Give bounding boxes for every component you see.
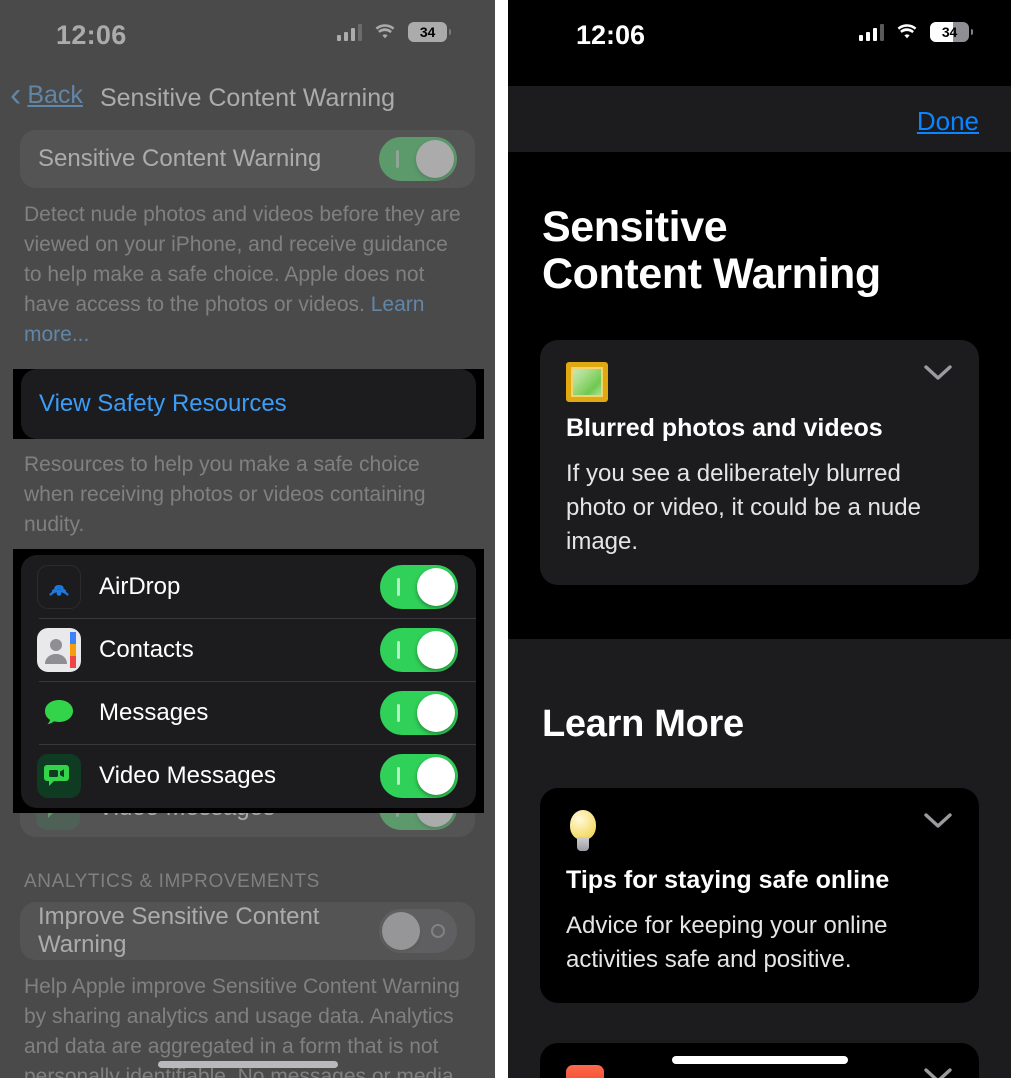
sensitive-content-warning-label: Sensitive Content Warning [38,145,322,172]
cellular-bars-icon [336,23,362,41]
card-blurred-photos-and-videos[interactable]: Blurred photos and videos If you see a d… [540,340,979,585]
status-bar-indicators: 34 [858,22,973,42]
highlight-label-video-messages: Video Messages [99,761,276,789]
battery-percent: 34 [419,24,436,40]
chevron-down-icon[interactable] [923,812,953,830]
card-title: Tips for staying safe online [566,866,890,894]
highlight-toggle-video-messages[interactable] [380,753,458,798]
highlight-view-safety-resources-label[interactable]: View Safety Resources [39,390,287,418]
done-button[interactable]: Done [917,106,979,137]
battery-percent: 34 [941,24,958,40]
wifi-icon [895,23,919,41]
toggle-knob [417,756,455,795]
toggle-tick-icon [397,577,400,596]
improve-scw-row[interactable]: Improve Sensitive Content Warning [20,902,475,960]
home-indicator [671,1056,848,1064]
page-title: Sensitive Content Warning [99,84,396,112]
chevron-down-icon[interactable] [923,1067,953,1078]
highlight-toggle-contacts[interactable] [380,627,458,672]
highlight-row-contacts[interactable]: Contacts [21,618,476,681]
highlight-row-airdrop[interactable]: AirDrop [21,555,476,618]
video-messages-icon [37,753,81,798]
highlight-row-messages[interactable]: Messages [21,681,476,744]
red-app-icon [566,1065,953,1078]
hero-title: Sensitive Content Warning [542,204,977,298]
battery-icon: 34 [408,22,451,42]
highlight-row-video-messages[interactable]: Video Messages [21,744,476,807]
toggle-tick-icon [397,703,400,722]
analytics-group: Improve Sensitive Content Warning [20,902,475,960]
card-title: Blurred photos and videos [566,414,883,442]
toggle-knob [417,630,455,669]
sensitive-content-warning-row[interactable]: Sensitive Content Warning [20,130,475,188]
status-bar: 12:06 34 [0,0,495,66]
light-bulb-icon [566,810,953,854]
main-footnote: Detect nude photos and videos before the… [24,200,471,350]
improve-scw-label: Improve Sensitive Content Warning [38,903,320,958]
settings-content: 12:06 34 ‹ Back Sensitive Content Warnin… [0,0,495,1078]
left-phone-settings-screen: 12:06 34 ‹ Back Sensitive Content Warnin… [0,0,495,1078]
sheet-content[interactable]: Done Sensitive Content Warning Blurred ph… [508,58,1011,1078]
modal-sheet: Done Sensitive Content Warning Blurred ph… [508,58,1011,1078]
messages-icon [37,690,81,735]
status-bar-indicators: 34 [336,22,451,42]
improve-scw-toggle[interactable] [379,909,457,953]
main-toggle-group: Sensitive Content Warning [20,130,475,188]
toggle-tick-icon [396,150,399,168]
sensitive-content-warning-toggle[interactable] [379,137,457,181]
sheet-toolbar: Done [508,58,1011,164]
analytics-header: ANALYTICS & IMPROVEMENTS [24,871,320,892]
toggle-tick-icon [397,766,400,785]
hero-title-line1: Sensitive [542,203,728,251]
status-bar-time: 12:06 [56,20,127,50]
airdrop-icon [37,564,81,609]
hero-title-line2: Content Warning [542,250,881,298]
highlight-app-service-access: AirDrop Contacts Messages Video Messages [13,549,484,813]
contacts-icon [37,627,81,672]
right-phone-modal-sheet: 12:06 34 Done Sensitive Content Warning … [508,0,1011,1078]
navigation-bar: ‹ Back Sensitive Content Warning [0,66,495,130]
sheet-hero-section: Sensitive Content Warning Blurred photos … [508,164,1011,639]
learn-more-section: Learn More Tips for staying safe online … [508,639,1011,1078]
toggle-knob [417,693,455,732]
wifi-icon [373,23,397,41]
highlight-label-airdrop: AirDrop [99,572,181,600]
status-bar-time: 12:06 [576,20,646,50]
highlight-label-messages: Messages [99,698,209,726]
safety-footnote: Resources to help you make a safe choice… [24,453,426,536]
hero: Sensitive Content Warning [508,164,1011,298]
highlight-toggle-airdrop[interactable] [380,564,458,609]
card-tips-for-staying-safe-online[interactable]: Tips for staying safe online Advice for … [540,788,979,1003]
framed-picture-icon [566,362,953,402]
home-indicator [158,1061,338,1068]
toggle-tick-icon [397,640,400,659]
highlight-label-contacts: Contacts [99,635,194,663]
toggle-knob [382,912,420,950]
toggle-knob [416,140,454,178]
toggle-off-ring-icon [431,924,445,938]
highlight-toggle-messages[interactable] [380,690,458,735]
status-bar: 12:06 34 [508,0,1011,70]
card-body: If you see a deliberately blurred photo … [566,460,921,555]
card-body: Advice for keeping your online activitie… [566,912,888,973]
highlight-view-safety-resources: View Safety Resources [13,369,484,439]
battery-icon: 34 [930,22,973,42]
cellular-bars-icon [858,23,884,41]
screenshot-stage: 12:06 34 ‹ Back Sensitive Content Warnin… [0,0,1011,1078]
chevron-down-icon[interactable] [923,364,953,382]
toggle-knob [417,567,455,606]
learn-more-heading: Learn More [542,703,744,745]
